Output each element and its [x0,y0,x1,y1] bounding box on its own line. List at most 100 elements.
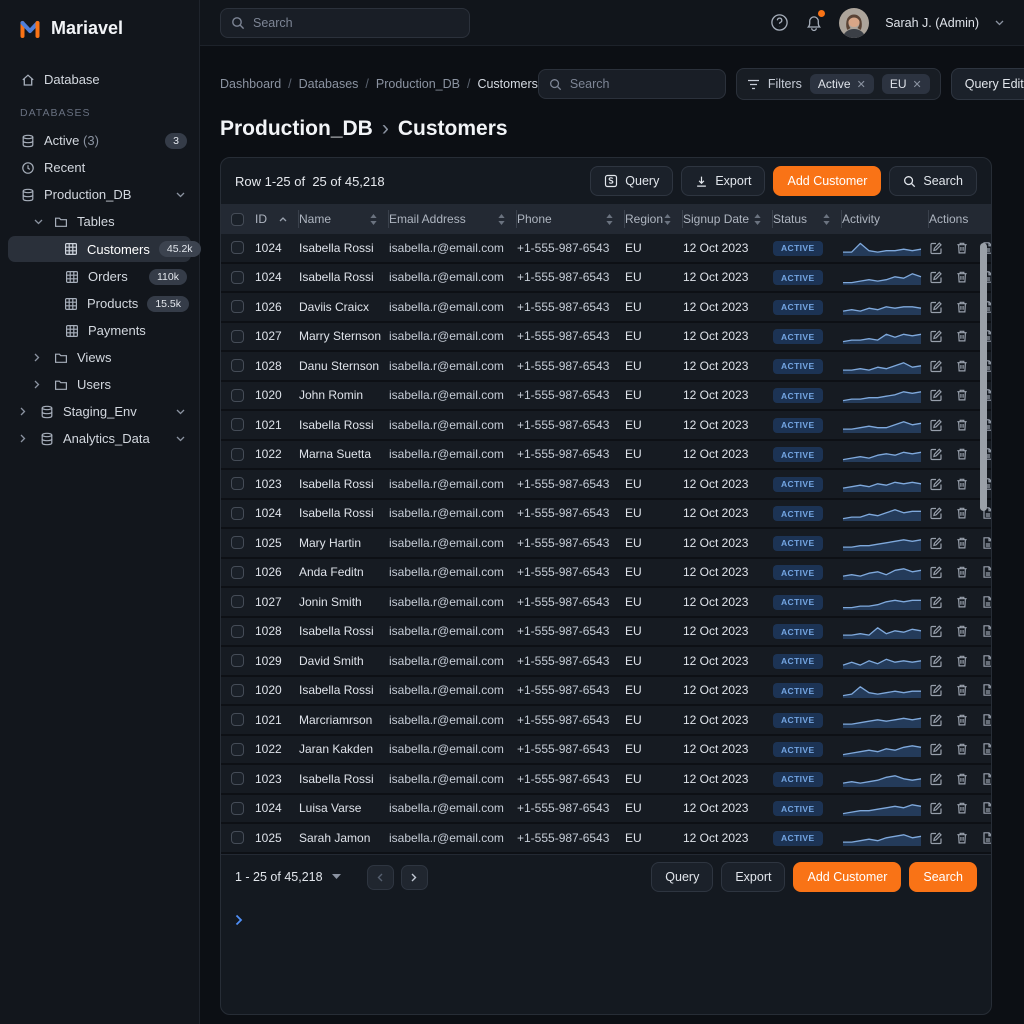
document-icon[interactable] [981,772,991,786]
delete-trash-icon[interactable] [955,300,969,314]
row-checkbox[interactable] [231,448,244,461]
document-icon[interactable] [981,595,991,609]
table-row[interactable]: 1027 Marry Sternson isabella.r@email.com… [221,323,991,353]
prev-page-button[interactable] [367,865,394,890]
document-icon[interactable] [981,683,991,697]
chevron-right-icon[interactable] [34,380,44,389]
delete-trash-icon[interactable] [955,477,969,491]
sort-icon[interactable] [498,214,505,225]
sidebar-item-staging-env[interactable]: Staging_Env [0,398,199,425]
document-icon[interactable] [981,624,991,638]
close-icon[interactable]: ✕ [913,78,922,91]
user-avatar[interactable] [839,8,869,38]
table-row[interactable]: 1024 Isabella Rossi isabella.r@email.com… [221,500,991,530]
edit-icon[interactable] [929,359,943,373]
help-icon[interactable] [770,13,789,32]
delete-trash-icon[interactable] [955,831,969,845]
delete-trash-icon[interactable] [955,506,969,520]
sidebar-item-customers[interactable]: Customers 45.2k [8,236,191,262]
sort-icon[interactable] [606,214,613,225]
edit-icon[interactable] [929,300,943,314]
row-checkbox[interactable] [231,477,244,490]
table-row[interactable]: 1023 Isabella Rossi isabella.r@email.com… [221,470,991,500]
row-checkbox[interactable] [231,831,244,844]
table-scrollbar[interactable] [980,243,987,511]
row-checkbox[interactable] [231,389,244,402]
sidebar-item-orders[interactable]: Orders 110k [0,263,199,290]
delete-trash-icon[interactable] [955,418,969,432]
edit-icon[interactable] [929,329,943,343]
edit-icon[interactable] [929,831,943,845]
sidebar-item-products[interactable]: Products 15.5k [0,290,199,317]
chevron-down-icon[interactable] [332,874,341,880]
delete-trash-icon[interactable] [955,654,969,668]
sort-icon[interactable] [823,214,830,225]
edit-icon[interactable] [929,772,943,786]
row-checkbox[interactable] [231,802,244,815]
column-header-name[interactable]: Name [299,210,389,228]
chevron-down-icon[interactable] [995,20,1004,26]
console-prompt-chevron-icon[interactable] [235,914,243,926]
sidebar-item-views[interactable]: Views [0,344,199,371]
row-checkbox[interactable] [231,507,244,520]
sidebar-item-payments[interactable]: Payments [0,317,199,344]
export-button[interactable]: Export [681,166,765,196]
table-row[interactable]: 1026 Anda Feditn isabella.r@email.com +1… [221,559,991,589]
sidebar-item-tables[interactable]: Tables [0,208,199,235]
table-row[interactable]: 1028 Isabella Rossi isabella.r@email.com… [221,618,991,648]
table-row[interactable]: 1027 Jonin Smith isabella.r@email.com +1… [221,588,991,618]
column-header-email[interactable]: Email Address [389,210,517,228]
document-icon[interactable] [981,536,991,550]
search-input[interactable] [253,16,459,30]
delete-trash-icon[interactable] [955,359,969,373]
edit-icon[interactable] [929,447,943,461]
sidebar-item-recent[interactable]: Recent [0,154,199,181]
edit-icon[interactable] [929,654,943,668]
edit-icon[interactable] [929,595,943,609]
table-row[interactable]: 1024 Luisa Varse isabella.r@email.com +1… [221,795,991,825]
delete-trash-icon[interactable] [955,624,969,638]
delete-trash-icon[interactable] [955,536,969,550]
export-button[interactable]: Export [721,862,785,892]
table-row[interactable]: 1021 Marcriamrson isabella.r@email.com +… [221,706,991,736]
edit-icon[interactable] [929,388,943,402]
document-icon[interactable] [981,801,991,815]
sidebar-item-production-db[interactable]: Production_DB [0,181,199,208]
column-header-status[interactable]: Status [773,210,842,228]
table-row[interactable]: 1020 Isabella Rossi isabella.r@email.com… [221,677,991,707]
edit-icon[interactable] [929,801,943,815]
column-header-signup[interactable]: Signup Date [683,210,773,228]
row-checkbox[interactable] [231,684,244,697]
delete-trash-icon[interactable] [955,447,969,461]
edit-icon[interactable] [929,624,943,638]
document-icon[interactable] [981,742,991,756]
notifications-bell-icon[interactable] [805,13,823,32]
delete-trash-icon[interactable] [955,772,969,786]
add-customer-button[interactable]: Add Customer [773,166,881,196]
chevron-right-icon[interactable] [34,353,44,362]
document-icon[interactable] [981,565,991,579]
table-row[interactable]: 1028 Danu Sternson isabella.r@email.com … [221,352,991,382]
delete-trash-icon[interactable] [955,683,969,697]
table-row[interactable]: 1026 Daviis Craicx isabella.r@email.com … [221,293,991,323]
delete-trash-icon[interactable] [955,270,969,284]
filters-label[interactable]: Filters [768,77,802,91]
search-button[interactable]: Search [889,166,977,196]
delete-trash-icon[interactable] [955,241,969,255]
row-checkbox[interactable] [231,241,244,254]
edit-icon[interactable] [929,713,943,727]
table-row[interactable]: 1022 Marna Suetta isabella.r@email.com +… [221,441,991,471]
row-checkbox[interactable] [231,625,244,638]
row-checkbox[interactable] [231,566,244,579]
query-editor-button[interactable]: Query Editor [951,68,1024,100]
sidebar-item-analytics-data[interactable]: Analytics_Data [0,425,199,452]
next-page-button[interactable] [401,865,428,890]
breadcrumb-item[interactable]: Dashboard [220,77,281,91]
delete-trash-icon[interactable] [955,329,969,343]
edit-icon[interactable] [929,742,943,756]
delete-trash-icon[interactable] [955,388,969,402]
row-checkbox[interactable] [231,654,244,667]
query-button[interactable]: Query [651,862,713,892]
delete-trash-icon[interactable] [955,713,969,727]
sidebar-item-users[interactable]: Users [0,371,199,398]
